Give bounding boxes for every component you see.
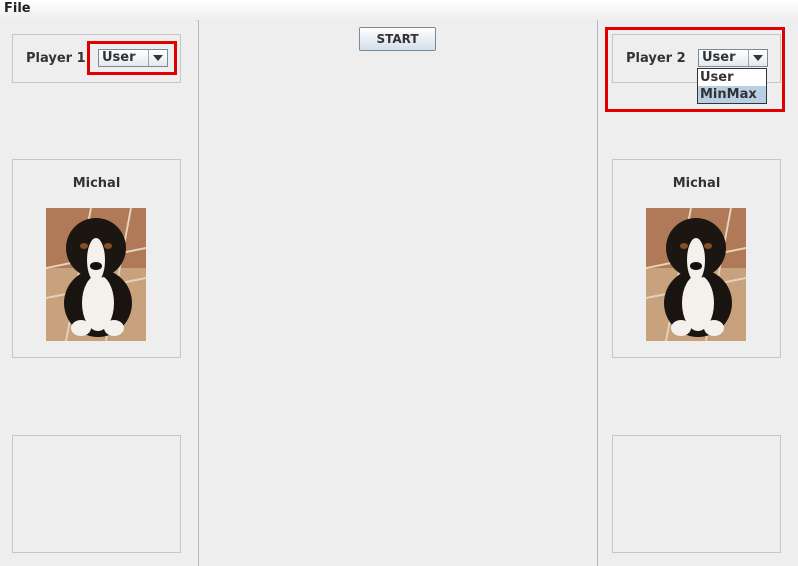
chevron-down-icon[interactable] [148,50,167,66]
board-panel: START [198,20,598,566]
player2-panel: Player 2 User User MinMax Michal [598,20,798,566]
player1-empty-box [12,435,181,553]
player2-mode-value: User [702,50,736,65]
player1-mode-select[interactable]: User [98,49,168,67]
player1-dog-photo [46,208,146,341]
player1-label: Player 1 [26,51,86,66]
player2-info-box: Michal [612,159,781,358]
player2-name: Michal [672,176,721,191]
dropdown-option-user[interactable]: User [698,69,766,86]
chevron-down-icon[interactable] [748,50,767,66]
player2-label: Player 2 [626,51,686,66]
player2-empty-box [612,435,781,553]
player1-info-box: Michal [12,159,181,358]
menu-bar: File [0,0,798,21]
player2-mode-dropdown: User MinMax [697,68,767,104]
player1-mode-value: User [102,50,136,65]
player1-panel: Player 1 User Michal [0,20,196,566]
player2-dog-photo [646,208,746,341]
player2-mode-select[interactable]: User [698,49,768,67]
player1-mode-box: Player 1 User [12,34,181,83]
dropdown-option-minmax[interactable]: MinMax [698,86,766,103]
start-button[interactable]: START [359,27,436,51]
menu-file[interactable]: File [4,1,31,16]
player1-name: Michal [72,176,121,191]
